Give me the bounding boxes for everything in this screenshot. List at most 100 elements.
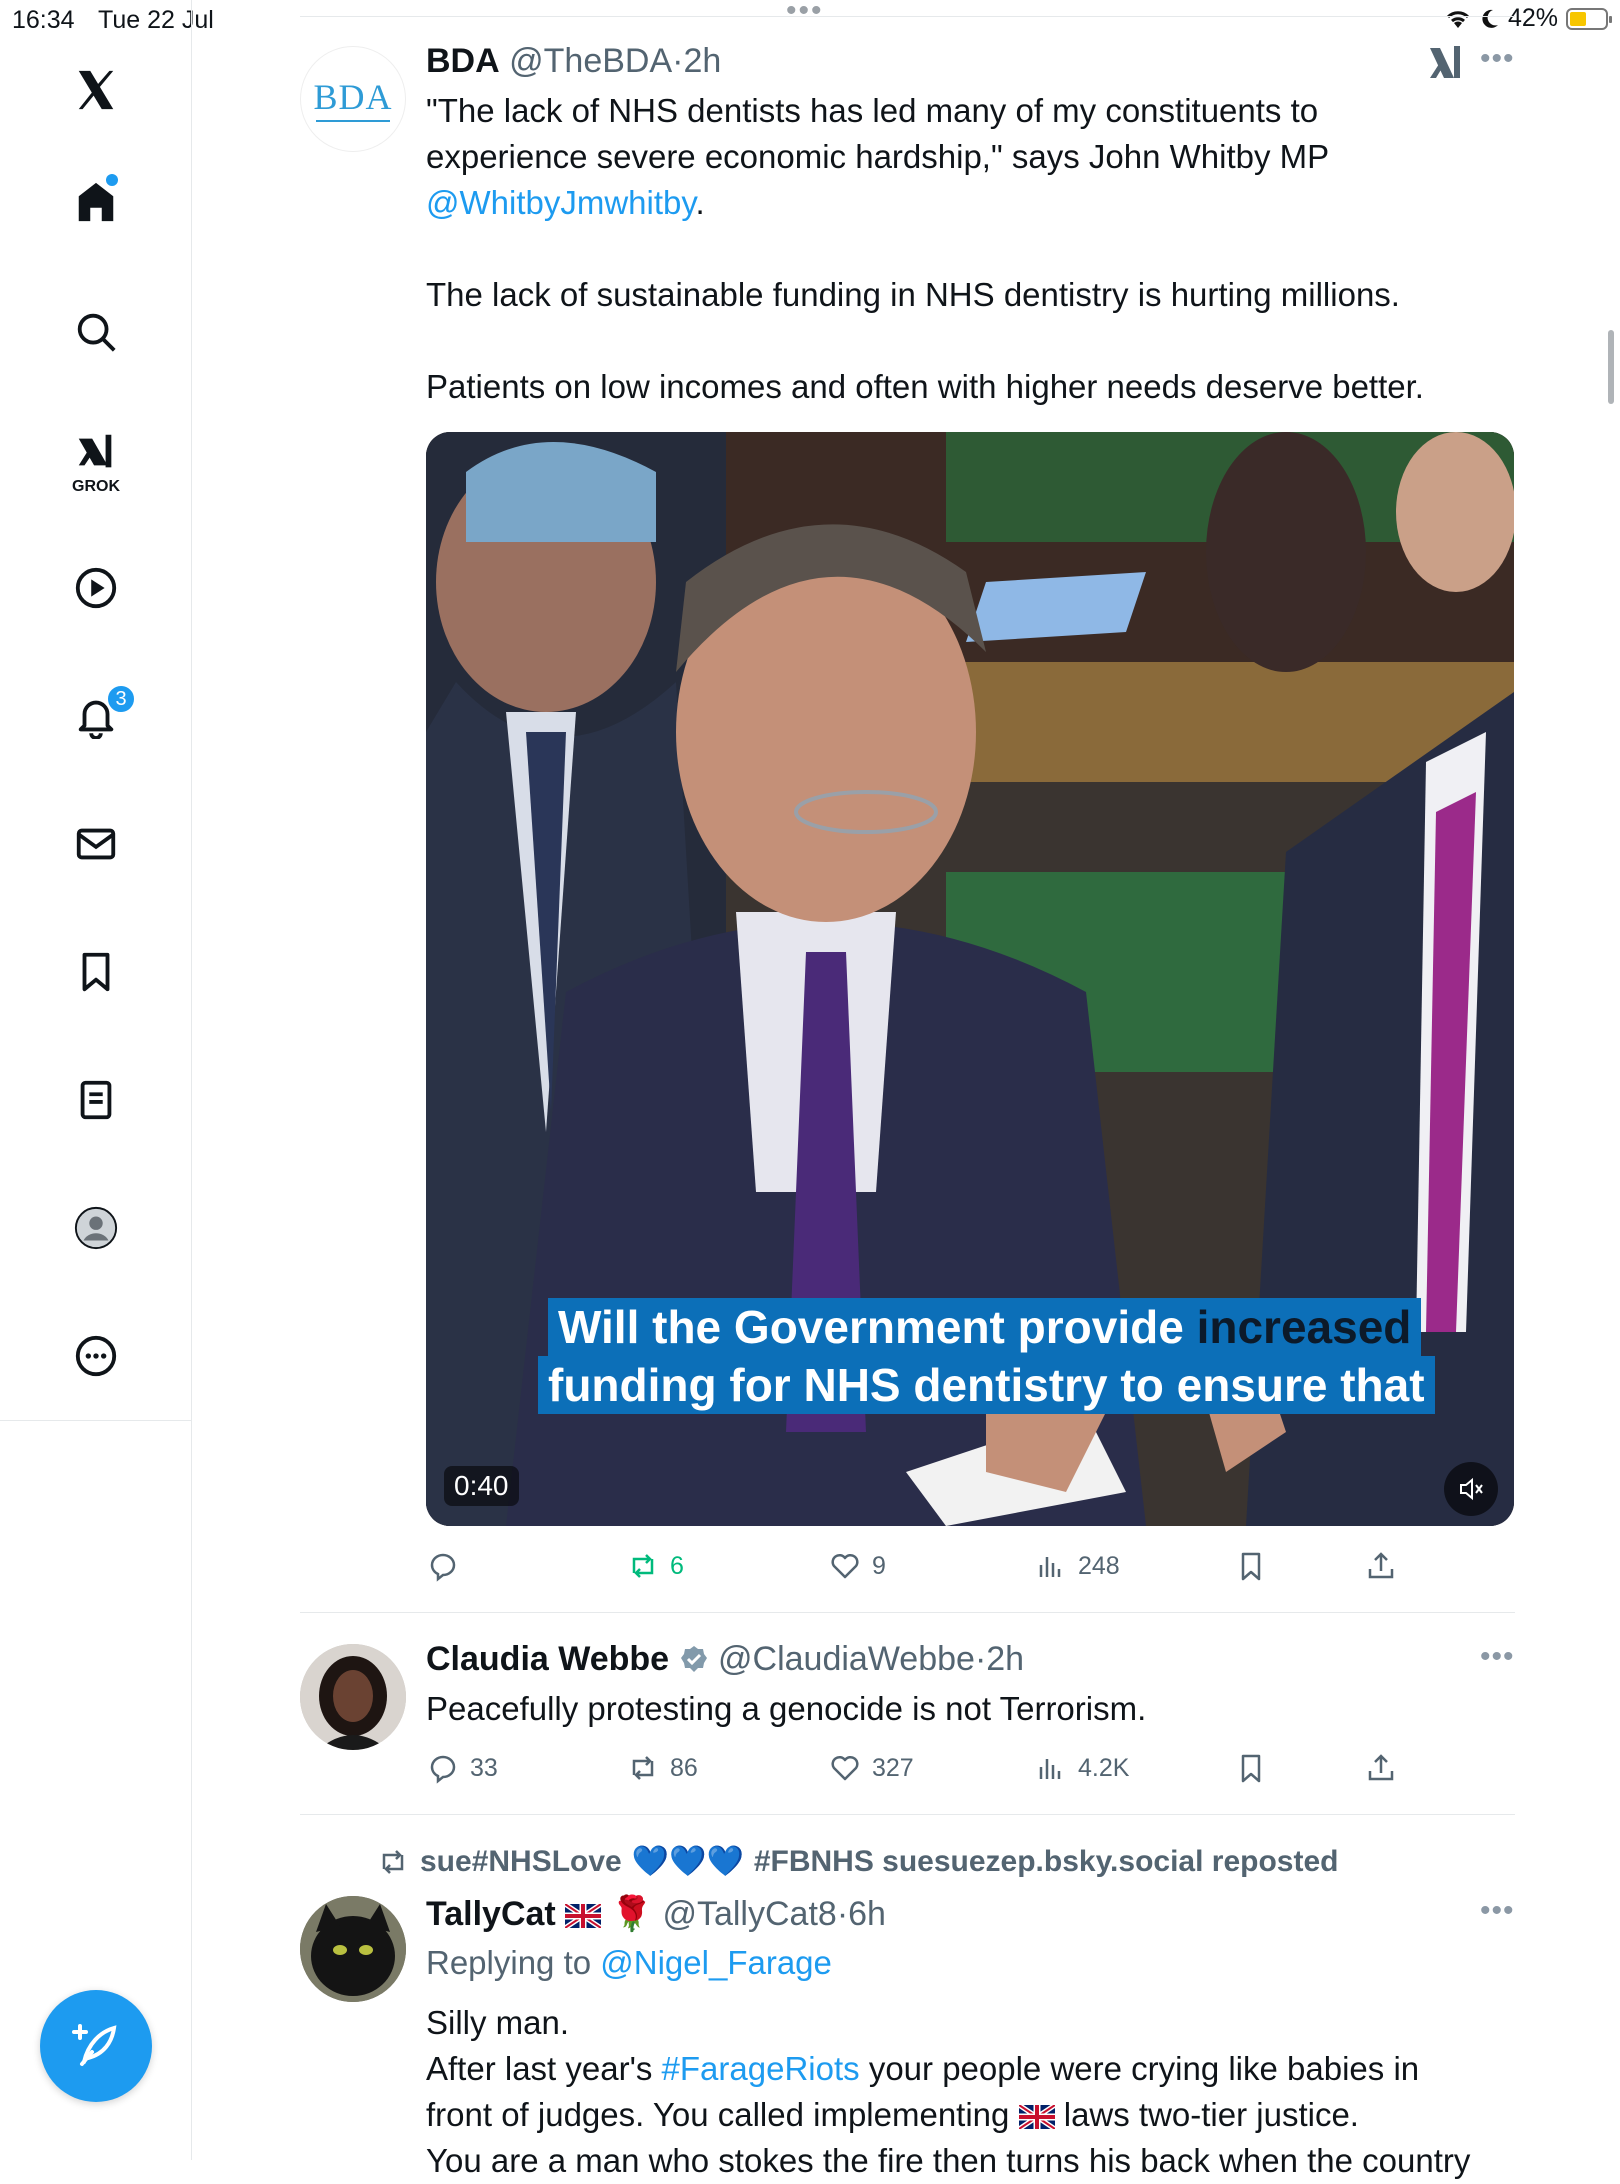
battery-icon (1566, 7, 1612, 30)
post-time[interactable]: 2h (986, 1640, 1024, 1678)
heart-icon (831, 1755, 859, 1781)
avatar-bda[interactable]: BDA (300, 46, 406, 152)
avatar-tallycat[interactable] (300, 1896, 406, 2002)
heart-icon (831, 1553, 859, 1579)
bda-logo: BDA (313, 77, 393, 117)
bookmark-button[interactable] (1234, 1748, 1268, 1788)
play-circle-icon[interactable] (66, 558, 126, 618)
moon-icon (1482, 9, 1498, 28)
post-text-claudia: Peacefully protesting a genocide is not … (426, 1690, 1147, 1727)
repost-by-text: sue#NHSLove (420, 1844, 622, 1878)
notifications-badge: 3 (106, 684, 136, 714)
author-name[interactable]: BDA (426, 42, 500, 80)
post-more-icon[interactable]: ••• (1480, 1894, 1515, 1928)
author-handle[interactable]: @TallyCat8 (662, 1895, 836, 1933)
mail-icon[interactable] (66, 814, 126, 874)
repost-context[interactable]: sue#NHSLove 💙💙💙 #FBNHS suesuezep.bsky.soci… (376, 1844, 1338, 1879)
repost-count: 86 (670, 1753, 698, 1782)
reply-button[interactable] (426, 1546, 470, 1586)
bookmark-button[interactable] (1234, 1546, 1268, 1586)
share-icon (1368, 1754, 1394, 1781)
views-icon (1039, 1759, 1061, 1779)
reply-icon (430, 1755, 456, 1784)
repost-button[interactable]: 6 (626, 1546, 684, 1586)
battery-percent: 42% (1507, 4, 1558, 32)
post-text-line: Silly man. (426, 2004, 570, 2041)
more-circle-icon[interactable] (66, 1326, 126, 1386)
views-count: 4.2K (1078, 1753, 1130, 1782)
author-handle[interactable]: @TheBDA (509, 42, 672, 80)
video-player[interactable]: Will the Government provide increased fu… (426, 432, 1514, 1526)
caption-text: Will the Government provide (558, 1301, 1197, 1353)
like-button[interactable]: 9 (828, 1546, 886, 1586)
video-caption-line1: Will the Government provide increased (548, 1298, 1422, 1356)
search-icon[interactable] (66, 302, 126, 362)
post-text-line: You are a man who stokes the fire then t… (426, 2142, 1471, 2179)
post-text-line: "The lack of NHS dentists has led many o… (426, 92, 1319, 129)
author-name[interactable]: Claudia Webbe (426, 1640, 669, 1678)
wifi-icon (1446, 10, 1470, 28)
rose-emoji: 🌹 (610, 1895, 653, 1933)
views-button[interactable]: 4.2K (1034, 1748, 1129, 1788)
post-separator (300, 1612, 1515, 1613)
mention-link[interactable]: @WhitbyJmwhitby (426, 184, 695, 221)
post-text-tallycat: Silly man. After last year's #FarageRiot… (426, 2000, 1546, 2184)
author-name[interactable]: TallyCat (426, 1895, 556, 1933)
repost-button[interactable]: 86 (626, 1748, 698, 1788)
dot-separator: · (974, 1640, 987, 1678)
replying-prefix: Replying to (426, 1944, 601, 1981)
post-separator (300, 1814, 1515, 1815)
share-button[interactable] (1364, 1748, 1398, 1788)
author-handle[interactable]: @ClaudiaWebbe (718, 1640, 975, 1678)
hashtag-link[interactable]: #FarageRiots (662, 2050, 860, 2087)
text-part: After last year's (426, 2050, 662, 2087)
compose-feather-icon (72, 2024, 117, 2066)
x-logo-icon[interactable] (66, 60, 126, 120)
post-text-line: experience severe economic hardship," sa… (426, 138, 1330, 175)
views-button[interactable]: 248 (1034, 1546, 1120, 1586)
uk-flag-icon (565, 1904, 602, 1929)
reply-button[interactable]: 33 (426, 1748, 498, 1788)
bookmark-icon[interactable] (66, 942, 126, 1002)
text-part: laws two-tier justice. (1054, 2096, 1359, 2133)
like-button[interactable]: 327 (828, 1748, 914, 1788)
replying-to-line: Replying to @Nigel_Farage (426, 1940, 832, 1986)
mute-icon (1460, 1477, 1483, 1501)
feed-scrollbar[interactable] (1608, 330, 1614, 404)
share-button[interactable] (1364, 1546, 1398, 1586)
reply-icon (430, 1553, 456, 1582)
grok-icon[interactable] (66, 422, 126, 482)
post-text-line: Patients on low incomes and often with h… (426, 368, 1424, 405)
like-count: 9 (872, 1551, 886, 1580)
post-text-line: front of judges. You called implementing… (426, 2092, 1546, 2138)
post-mention-line: @WhitbyJmwhitby. (426, 180, 1516, 226)
repost-by-text-2: #FBNHS suesuezep.bsky.social reposted (753, 1844, 1339, 1878)
video-caption-line2: funding for NHS dentistry to ensure that (538, 1356, 1435, 1414)
profile-avatar-icon[interactable] (66, 1198, 126, 1258)
status-bar: 16:34 Tue 22 Jul ••• 42% (0, 0, 1620, 40)
post-time[interactable]: 6h (848, 1895, 886, 1933)
repost-icon (632, 1756, 654, 1780)
post-more-icon[interactable]: ••• (1480, 1640, 1515, 1674)
views-icon (1039, 1557, 1061, 1577)
avatar-photo (300, 1644, 406, 1750)
avatar-claudia-webbe[interactable] (300, 1644, 406, 1750)
post-text-line: After last year's #FarageRiots your peop… (426, 2046, 1546, 2092)
text-part: your people were crying like babies in (859, 2050, 1420, 2087)
grok-post-icon[interactable] (1428, 44, 1464, 82)
multitask-dots-icon[interactable]: ••• (786, 0, 824, 28)
like-count: 327 (872, 1753, 914, 1782)
mute-button[interactable] (1444, 1462, 1498, 1516)
text-part: front of judges. You called implementing (426, 2096, 1019, 2133)
replying-to-link[interactable]: @Nigel_Farage (600, 1944, 832, 1981)
post-time[interactable]: 2h (683, 42, 721, 80)
share-icon (1368, 1552, 1394, 1579)
compose-button[interactable] (40, 1990, 152, 2102)
lists-icon[interactable] (66, 1070, 126, 1130)
post-actions-bda: 6 9 248 (426, 1546, 1426, 1586)
blue-hearts-emoji: 💙💙💙 (631, 1845, 744, 1878)
reply-count: 33 (470, 1753, 498, 1782)
post-more-icon[interactable]: ••• (1480, 42, 1515, 76)
status-right: 42% (1444, 4, 1612, 33)
